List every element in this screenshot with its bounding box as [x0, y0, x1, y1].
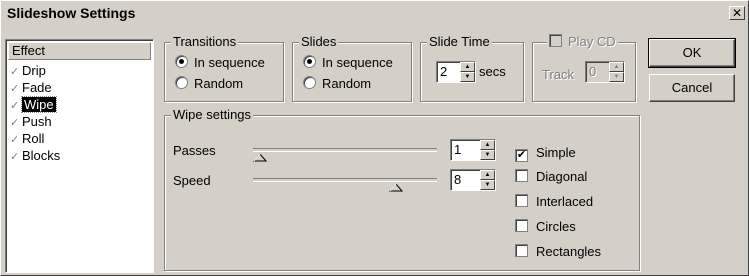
wipe-option-circles-checkbox[interactable]: Circles	[515, 219, 576, 235]
play-cd-checkbox[interactable]: Play CD	[547, 34, 618, 50]
wipe-settings-group-label: Wipe settings	[171, 107, 254, 123]
radio-indicator	[303, 76, 316, 89]
effect-item-drip[interactable]: ✓ Drip	[10, 62, 60, 79]
transitions-in-sequence-radio[interactable]: In sequence	[175, 55, 265, 71]
effect-item-label: Fade	[22, 80, 52, 95]
effect-item-label: Blocks	[22, 148, 61, 163]
play-cd-label: Play CD	[568, 34, 616, 49]
effect-list-header[interactable]: Effect	[8, 42, 151, 60]
checkbox-label: Simple	[536, 145, 576, 160]
slides-group: Slides In sequence Random	[292, 34, 412, 102]
slides-random-radio[interactable]: Random	[303, 76, 371, 92]
passes-label: Passes	[173, 143, 216, 158]
checkbox-label: Interlaced	[536, 194, 594, 209]
spin-down-button[interactable]: ▼	[480, 150, 495, 160]
slide-time-spin-buttons: ▲ ▼	[460, 62, 475, 82]
transitions-random-radio[interactable]: Random	[175, 76, 243, 92]
wipe-option-simple-checkbox[interactable]: ✔ Simple	[515, 145, 576, 162]
track-value: 0	[589, 64, 597, 79]
passes-value[interactable]: 1	[454, 142, 461, 157]
close-icon: ✕	[731, 6, 743, 20]
effect-item-label: Roll	[22, 131, 45, 146]
slide-time-unit: secs	[479, 64, 506, 79]
checkbox-box: ✔	[515, 149, 528, 162]
spin-down-button: ▼	[609, 72, 624, 82]
checkbox-label: Diagonal	[536, 169, 588, 184]
spin-up-button: ▲	[609, 62, 624, 72]
passes-spin-buttons: ▲ ▼	[480, 140, 495, 160]
wipe-option-rectangles-checkbox[interactable]: Rectangles	[515, 244, 601, 260]
radio-label: Random	[322, 76, 372, 91]
checkbox-box	[515, 219, 528, 232]
slides-group-label: Slides	[299, 34, 339, 50]
radio-indicator	[175, 55, 188, 68]
effect-item-roll[interactable]: ✓ Roll	[10, 130, 60, 147]
checkbox-box	[515, 244, 528, 257]
wipe-settings-group: Wipe settings Passes 1 ▲ ▼ Speed 8 ▲ ▼ ✔…	[164, 107, 640, 271]
play-cd-checkbox-box	[549, 34, 562, 47]
slide-time-value[interactable]: 2	[440, 64, 447, 79]
speed-value[interactable]: 8	[454, 172, 461, 187]
effect-item-fade[interactable]: ✓ Fade	[10, 79, 60, 96]
checkbox-label: Circles	[536, 219, 576, 234]
radio-label: Random	[194, 76, 244, 91]
effect-item-label: Drip	[22, 63, 46, 78]
slide-time-spinner[interactable]: 2 ▲ ▼	[436, 61, 476, 83]
slide-time-group: Slide Time 2 ▲ ▼ secs	[420, 34, 524, 102]
speed-slider-track[interactable]	[253, 178, 437, 182]
effect-item-wipe[interactable]: ✓ Wipe	[10, 96, 60, 113]
checkbox-label: Rectangles	[536, 244, 602, 259]
passes-slider-track[interactable]	[253, 148, 437, 152]
title-bar[interactable]: Slideshow Settings ✕	[3, 3, 748, 25]
radio-indicator	[175, 76, 188, 89]
effect-item-label: Push	[22, 114, 52, 129]
slide-time-group-label: Slide Time	[427, 34, 492, 50]
slides-in-sequence-radio[interactable]: In sequence	[303, 55, 393, 71]
spin-up-button[interactable]: ▲	[480, 140, 495, 150]
checkbox-box	[515, 169, 528, 182]
speed-spin-buttons: ▲ ▼	[480, 170, 495, 190]
effect-list[interactable]: Effect ✓ Drip ✓ Fade ✓ Wipe ✓ Push ✓ Roll ✓ Blocks	[5, 39, 154, 273]
effect-item-blocks[interactable]: ✓ Blocks	[10, 147, 60, 164]
play-cd-group: Play CD Track 0 ▲ ▼	[532, 34, 636, 102]
wipe-option-diagonal-checkbox[interactable]: Diagonal	[515, 169, 587, 185]
track-label: Track	[542, 67, 575, 82]
track-spinner: 0 ▲ ▼	[585, 61, 625, 83]
spin-down-button[interactable]: ▼	[480, 180, 495, 190]
passes-spinner[interactable]: 1 ▲ ▼	[450, 139, 496, 161]
wipe-option-interlaced-checkbox[interactable]: Interlaced	[515, 194, 593, 210]
window-title: Slideshow Settings	[7, 5, 136, 21]
cancel-button[interactable]: Cancel	[649, 74, 735, 102]
effect-item-label: Wipe	[21, 96, 57, 113]
spin-down-button[interactable]: ▼	[460, 72, 475, 82]
effect-item-push[interactable]: ✓ Push	[10, 113, 60, 130]
spin-up-button[interactable]: ▲	[480, 170, 495, 180]
effect-items: ✓ Drip ✓ Fade ✓ Wipe ✓ Push ✓ Roll ✓ Blocks	[10, 62, 60, 164]
radio-label: In sequence	[322, 55, 393, 70]
transitions-group-label: Transitions	[171, 34, 239, 50]
track-spin-buttons: ▲ ▼	[609, 62, 624, 82]
checkbox-box	[515, 194, 528, 207]
speed-label: Speed	[173, 173, 211, 188]
close-button[interactable]: ✕	[729, 6, 745, 20]
slideshow-settings-dialog: Slideshow Settings ✕ Effect ✓ Drip ✓ Fade ✓ W…	[0, 0, 749, 276]
ok-button[interactable]: OK	[648, 38, 736, 68]
spin-up-button[interactable]: ▲	[460, 62, 475, 72]
radio-indicator	[303, 55, 316, 68]
transitions-group: Transitions In sequence Random	[164, 34, 284, 102]
check-icon: ✓	[10, 151, 20, 163]
speed-spinner[interactable]: 8 ▲ ▼	[450, 169, 496, 191]
radio-label: In sequence	[194, 55, 265, 70]
